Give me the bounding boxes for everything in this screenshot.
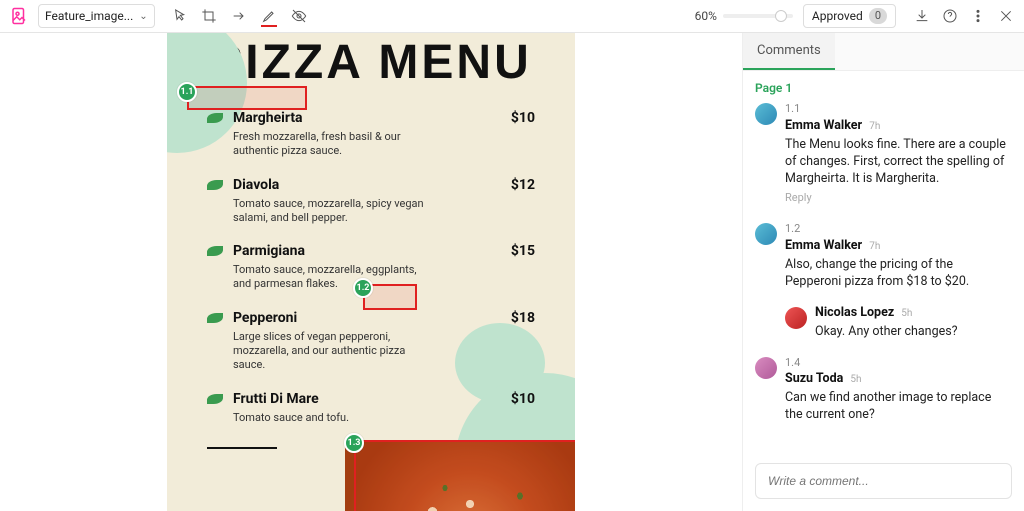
comment-author: Emma Walker bbox=[785, 238, 862, 253]
menu-divider bbox=[207, 447, 277, 449]
item-desc: Tomato sauce, mozzarella, spicy vegan sa… bbox=[233, 197, 433, 226]
approved-count: 0 bbox=[869, 8, 887, 24]
annotation-badge[interactable]: 1.3 bbox=[344, 433, 364, 453]
item-desc: Tomato sauce and tofu. bbox=[233, 411, 433, 425]
approved-button[interactable]: Approved 0 bbox=[803, 4, 896, 28]
menu-item: Frutti Di Mare $10 Tomato sauce and tofu… bbox=[207, 391, 535, 425]
approved-label: Approved bbox=[812, 9, 863, 23]
annotation-box[interactable] bbox=[187, 86, 307, 110]
help-icon[interactable] bbox=[942, 8, 958, 24]
file-dropdown[interactable]: Feature_image... ⌄ bbox=[38, 4, 155, 28]
tab-comments[interactable]: Comments bbox=[743, 33, 835, 70]
comment-author: Nicolas Lopez bbox=[815, 305, 894, 320]
comment-text: Also, change the pricing of the Pepperon… bbox=[785, 257, 1012, 291]
comment-number: 1.2 bbox=[785, 222, 800, 235]
leaf-icon bbox=[207, 313, 223, 323]
panel-tabs: Comments bbox=[743, 33, 1024, 71]
leaf-icon bbox=[207, 394, 223, 404]
leaf-icon bbox=[207, 246, 223, 256]
item-price: $10 bbox=[511, 391, 535, 407]
annotation-badge[interactable]: 1.2 bbox=[353, 278, 373, 298]
comment-author: Emma Walker bbox=[785, 118, 862, 133]
avatar bbox=[755, 223, 777, 245]
hide-annotations-icon[interactable] bbox=[291, 8, 307, 24]
item-price: $18 bbox=[511, 310, 535, 326]
item-name: Frutti Di Mare bbox=[233, 391, 319, 407]
crop-tool-icon[interactable] bbox=[201, 8, 217, 24]
chevron-down-icon: ⌄ bbox=[139, 11, 147, 22]
annotation-box[interactable] bbox=[354, 440, 575, 511]
brand-icon bbox=[10, 7, 28, 25]
reply-link[interactable]: Reply bbox=[785, 191, 812, 206]
comment[interactable]: 1.1 Emma Walker 7h The Menu looks fine. … bbox=[755, 101, 1012, 207]
tool-group bbox=[171, 8, 307, 24]
comment-text: Okay. Any other changes? bbox=[815, 324, 1012, 341]
download-icon[interactable] bbox=[914, 8, 930, 24]
item-price: $15 bbox=[511, 243, 535, 259]
marker-tool-icon[interactable] bbox=[261, 8, 277, 24]
item-name: Diavola bbox=[233, 177, 279, 193]
avatar bbox=[755, 103, 777, 125]
menu-list: 1.1 Margheirta $10 Fresh mozzarella, fre… bbox=[167, 90, 575, 425]
menu-item: Diavola $12 Tomato sauce, mozzarella, sp… bbox=[207, 177, 535, 226]
leaf-icon bbox=[207, 113, 223, 123]
item-desc: Large slices of vegan pepperoni, mozzare… bbox=[233, 330, 433, 373]
zoom-slider-handle[interactable] bbox=[775, 10, 787, 22]
pointer-tool-icon[interactable] bbox=[171, 8, 187, 24]
item-price: $12 bbox=[511, 177, 535, 193]
close-icon[interactable] bbox=[998, 8, 1014, 24]
item-name: Pepperoni bbox=[233, 310, 297, 326]
top-toolbar: Feature_image... ⌄ 60% Approved 0 bbox=[0, 0, 1024, 33]
item-price: $10 bbox=[511, 110, 535, 126]
menu-document: PIZZA MENU 1.1 Margheirta $10 Fresh mozz… bbox=[167, 33, 575, 511]
comment-input[interactable] bbox=[755, 463, 1012, 499]
leaf-icon bbox=[207, 180, 223, 190]
zoom-slider[interactable] bbox=[723, 14, 793, 18]
file-name: Feature_image... bbox=[45, 9, 133, 23]
menu-item: Pepperoni $18 Large slices of vegan pepp… bbox=[207, 310, 535, 373]
comment-reply[interactable]: Nicolas Lopez 5h Okay. Any other changes… bbox=[785, 305, 1012, 341]
comments-panel: Comments Page 1 1.1 Emma Walker 7h The M… bbox=[742, 33, 1024, 511]
item-name: Parmigiana bbox=[233, 243, 305, 259]
item-name: Margheirta bbox=[233, 110, 303, 126]
comment-text: Can we find another image to replace the… bbox=[785, 390, 1012, 424]
canvas[interactable]: PIZZA MENU 1.1 Margheirta $10 Fresh mozz… bbox=[0, 33, 742, 511]
comment-number: 1.4 bbox=[785, 356, 800, 369]
comment-time: 5h bbox=[850, 374, 861, 385]
zoom-value: 60% bbox=[695, 9, 717, 23]
avatar bbox=[785, 307, 807, 329]
comments-list[interactable]: Page 1 1.1 Emma Walker 7h The Menu looks… bbox=[743, 71, 1024, 453]
zoom-control[interactable]: 60% bbox=[695, 9, 793, 23]
content-area: PIZZA MENU 1.1 Margheirta $10 Fresh mozz… bbox=[0, 33, 1024, 511]
comment-input-area bbox=[743, 453, 1024, 511]
comment[interactable]: 1.2 Emma Walker 7h Also, change the pric… bbox=[755, 221, 1012, 291]
comment-time: 7h bbox=[869, 241, 880, 252]
comment-time: 7h bbox=[869, 121, 880, 132]
comment-author: Suzu Toda bbox=[785, 371, 843, 386]
comment[interactable]: 1.4 Suzu Toda 5h Can we find another ima… bbox=[755, 355, 1012, 425]
comment-text: The Menu looks fine. There are a couple … bbox=[785, 137, 1012, 188]
page-label: Page 1 bbox=[755, 81, 1012, 95]
comment-time: 5h bbox=[901, 308, 912, 319]
avatar bbox=[755, 357, 777, 379]
arrow-tool-icon[interactable] bbox=[231, 8, 247, 24]
toolbar-right-icons bbox=[914, 8, 1014, 24]
comment-number: 1.1 bbox=[785, 102, 800, 115]
item-desc: Fresh mozzarella, fresh basil & our auth… bbox=[233, 130, 433, 159]
more-icon[interactable] bbox=[970, 8, 986, 24]
annotation-badge[interactable]: 1.1 bbox=[177, 82, 197, 102]
menu-item: Margheirta $10 Fresh mozzarella, fresh b… bbox=[207, 110, 535, 159]
